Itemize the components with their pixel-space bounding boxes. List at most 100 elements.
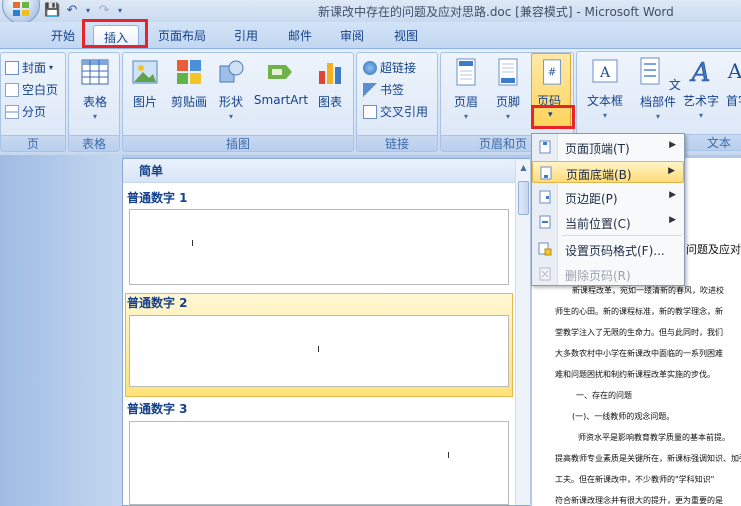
blank-page-icon [5, 82, 19, 97]
chevron-down-icon: ▾ [505, 112, 510, 121]
chart-button[interactable]: 图表 [313, 57, 347, 110]
menu-item-label: 页面顶端(T) [565, 142, 630, 156]
chart-label: 图表 [317, 95, 342, 109]
blank-page-button[interactable]: 空白页 [5, 81, 58, 98]
header-label: 页眉 [453, 95, 478, 109]
svg-text:A: A [727, 59, 741, 83]
tab-mailings[interactable]: 邮件 [288, 27, 312, 44]
links-group: 超链接 书签 交叉引用 链接 [356, 52, 438, 152]
doc-line: 堂教学注入了无限的生命力。但与此同时，我们 [555, 328, 723, 337]
submenu-arrow-icon: ▶ [668, 166, 675, 176]
tab-view[interactable]: 视图 [394, 27, 418, 44]
gallery-item-label: 普通数字 3 [127, 402, 188, 416]
cover-page-icon [5, 60, 19, 75]
hyperlink-button[interactable]: 超链接 [363, 59, 416, 76]
svg-text:A: A [599, 65, 611, 81]
textbox-button[interactable]: A 文本框 ▾ [583, 56, 627, 120]
illustrations-group-label: 插图 [123, 135, 353, 151]
document-title-text: 问题及应对思 [686, 243, 741, 256]
cover-page-label: 封面 [22, 61, 47, 75]
chevron-down-icon: ▾ [698, 111, 703, 120]
doc-line: 大多数农村中小学在新课改中面临的一系列困难 [555, 349, 723, 358]
redo-icon[interactable]: ↷ [96, 3, 112, 19]
menu-item-label: 当前位置(C) [565, 217, 631, 231]
page-number-gallery: 简单 普通数字 1 普通数字 2 普通数字 3 ▲ [122, 158, 530, 506]
shapes-button[interactable]: 形状 ▾ [215, 57, 247, 121]
chevron-down-icon: ▾ [548, 110, 553, 120]
insert-tab-highlight-box [82, 19, 148, 48]
gallery-item-plain-number-3[interactable] [129, 421, 509, 505]
cross-reference-icon [363, 104, 377, 119]
smartart-icon [268, 65, 292, 79]
globe-link-icon [363, 60, 377, 75]
page-top-icon [539, 140, 551, 154]
page-margin-icon [539, 190, 551, 204]
save-icon[interactable]: 💾 [44, 3, 60, 19]
office-logo-icon [13, 2, 29, 16]
drop-cap-label: 首字 [725, 94, 741, 108]
page-number-dropdown-highlight-box[interactable]: ▾ [531, 105, 575, 129]
drop-cap-button[interactable]: A 首字 [723, 56, 741, 109]
shapes-icon [219, 60, 244, 83]
format-page-number-icon [538, 242, 552, 256]
chevron-down-icon: ▾ [49, 63, 54, 72]
tab-review[interactable]: 审阅 [340, 27, 364, 44]
menu-item-bottom-of-page[interactable]: 页面底端(B) ▶ [532, 161, 684, 183]
document-margin [0, 155, 122, 506]
page-break-label: 分页 [22, 105, 47, 119]
gallery-scrollbar[interactable]: ▲ [515, 159, 530, 505]
wordart-button[interactable]: A 艺术字 ▾ [681, 56, 721, 120]
scrollbar-thumb[interactable] [518, 181, 529, 215]
menu-item-current-position[interactable]: 当前位置(C) ▶ [532, 211, 684, 233]
table-label: 表格 [82, 95, 107, 109]
customize-qat-icon[interactable]: ▾ [116, 3, 124, 19]
footer-button[interactable]: 页脚 ▾ [491, 57, 525, 121]
remove-page-number-icon [539, 267, 551, 281]
office-button[interactable] [2, 0, 40, 24]
menu-item-label: 页边距(P) [565, 192, 618, 206]
header-button[interactable]: 页眉 ▾ [449, 57, 483, 121]
gallery-item-plain-number-1[interactable] [129, 209, 509, 285]
blank-page-label: 空白页 [22, 83, 59, 97]
menu-item-label: 设置页码格式(F)... [565, 244, 665, 258]
page-number-icon: # [543, 59, 561, 85]
footer-icon [498, 58, 518, 86]
menu-separator [562, 235, 682, 236]
svg-text:A: A [690, 58, 711, 86]
cover-page-button[interactable]: 封面 ▾ [5, 59, 53, 76]
bookmark-button[interactable]: 书签 [363, 81, 404, 98]
tab-references[interactable]: 引用 [234, 27, 258, 44]
gallery-item-label: 普通数字 1 [127, 191, 188, 205]
doc-line: 一、存在的问题 [576, 391, 632, 400]
menu-item-top-of-page[interactable]: 页面顶端(T) ▶ [532, 136, 684, 158]
menu-item-format-page-numbers[interactable]: 设置页码格式(F)... [532, 238, 684, 260]
doc-line: 符合新课改理念并有很大的提升，更为重要的是 [555, 496, 723, 505]
page-bottom-icon [540, 166, 552, 180]
quick-parts-button[interactable]: 文档部件 ▾ [631, 56, 685, 121]
scroll-up-icon[interactable]: ▲ [518, 163, 529, 174]
menu-item-remove-page-numbers: 删除页码(R) [532, 263, 684, 285]
gallery-item-2-preview[interactable] [129, 315, 509, 387]
tab-home[interactable]: 开始 [51, 27, 75, 44]
smartart-button[interactable]: SmartArt [253, 57, 309, 107]
undo-dropdown-icon[interactable]: ▾ [84, 3, 92, 19]
page-number-menu: 页面顶端(T) ▶ 页面底端(B) ▶ 页边距(P) ▶ 当前位置(C) ▶ 设… [531, 133, 685, 286]
window-title: 新课改中存在的问题及应对思路.doc [兼容模式] - Microsoft Wo… [318, 5, 674, 19]
table-button[interactable]: 表格 ▾ [79, 57, 111, 121]
clipart-button[interactable]: 剪贴画 [169, 57, 209, 110]
menu-item-page-margins[interactable]: 页边距(P) ▶ [532, 186, 684, 208]
chevron-down-icon: ▾ [463, 112, 468, 121]
links-group-label: 链接 [357, 135, 437, 151]
footer-label: 页脚 [495, 95, 520, 109]
cross-reference-button[interactable]: 交叉引用 [363, 103, 428, 120]
illustrations-group: 图片 剪贴画 形状 ▾ SmartArt 图表 插图 [122, 52, 354, 152]
chart-icon [319, 63, 341, 84]
current-position-icon [539, 215, 551, 229]
chevron-down-icon: ▾ [602, 111, 607, 120]
page-break-button[interactable]: 分页 [5, 103, 46, 120]
textbox-label: 文本框 [586, 94, 623, 108]
tab-page-layout[interactable]: 页面布局 [158, 27, 206, 44]
picture-button[interactable]: 图片 [129, 57, 161, 110]
undo-icon[interactable]: ↶ [64, 3, 80, 19]
svg-text:#: # [548, 67, 557, 79]
